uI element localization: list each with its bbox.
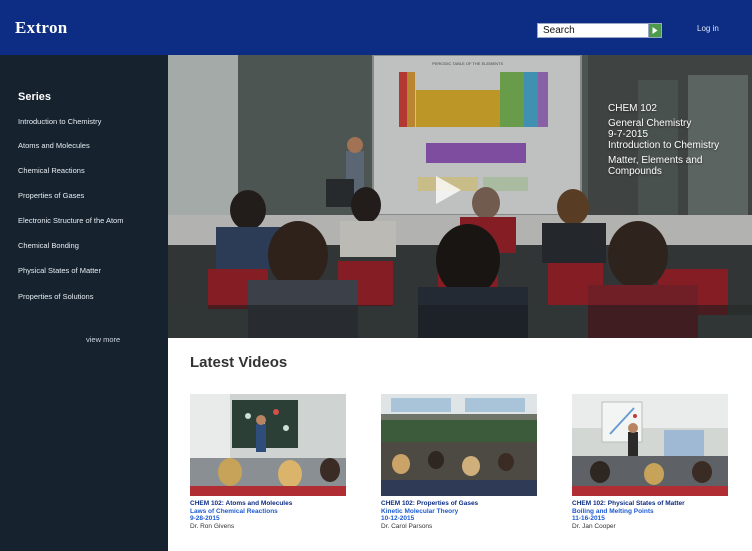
sidebar-item-chemical-reactions[interactable]: Chemical Reactions (18, 166, 85, 175)
video-instructor: Dr. Carol Parsons (381, 522, 433, 530)
hero-title: Matter, Elements and Compounds (608, 155, 703, 177)
video-course: CHEM 102: Properties of Gases (381, 500, 479, 507)
top-header: Extron Log in (0, 0, 752, 55)
video-thumbnail[interactable] (572, 394, 728, 496)
video-date: 11-16-2015 (572, 515, 605, 522)
search-input[interactable] (538, 24, 648, 37)
search-go-icon[interactable] (648, 24, 661, 37)
search-box (537, 23, 662, 38)
video-title[interactable]: Kinetic Molecular Theory (381, 508, 551, 516)
series-sidebar: Series Introduction to Chemistry Atoms a… (0, 55, 168, 551)
login-link[interactable]: Log in (697, 24, 719, 33)
video-card[interactable]: CHEM 102: Properties of Gases Kinetic Mo… (381, 394, 551, 530)
video-instructor: Dr. Jan Cooper (572, 522, 616, 530)
view-more-link[interactable]: view more (86, 335, 120, 344)
hero-date: 9-7-2015 (608, 129, 649, 140)
video-thumbnail[interactable] (190, 394, 346, 496)
video-course: CHEM 102: Physical States of Matter (572, 500, 685, 507)
video-title[interactable]: Laws of Chemical Reactions (190, 508, 360, 516)
hero-subject: General Chemistry (608, 118, 692, 129)
play-icon[interactable] (430, 173, 464, 207)
sidebar-item-physical-states-of-matter[interactable]: Physical States of Matter (18, 266, 101, 275)
sidebar-item-atoms-and-molecules[interactable]: Atoms and Molecules (18, 141, 90, 150)
sidebar-item-properties-of-solutions[interactable]: Properties of Solutions (18, 292, 93, 301)
video-date: 9-28-2015 (190, 515, 220, 522)
video-instructor: Dr. Ron Givens (190, 522, 235, 530)
sidebar-item-chemical-bonding[interactable]: Chemical Bonding (18, 241, 79, 250)
hero-video[interactable]: PERIODIC TABLE OF THE ELEMENTS CHEM 102 … (168, 55, 752, 338)
latest-videos-heading: Latest Videos (190, 354, 288, 371)
video-card[interactable]: CHEM 102: Atoms and Molecules Laws of Ch… (190, 394, 360, 530)
video-thumbnail[interactable] (381, 394, 537, 496)
sidebar-item-properties-of-gases[interactable]: Properties of Gases (18, 191, 84, 200)
hero-caption: CHEM 102 General Chemistry 9-7-2015 Intr… (608, 103, 748, 177)
video-date: 10-12-2015 (381, 515, 415, 522)
extron-logo[interactable]: Extron (15, 18, 68, 38)
video-card[interactable]: CHEM 102: Physical States of Matter Boil… (572, 394, 742, 530)
sidebar-title: Series (18, 91, 52, 103)
sidebar-item-electronic-structure[interactable]: Electronic Structure of the Atom (18, 216, 123, 225)
sidebar-item-introduction-to-chemistry[interactable]: Introduction to Chemistry (18, 117, 101, 126)
video-title[interactable]: Boiling and Melting Points (572, 508, 742, 516)
video-course: CHEM 102: Atoms and Molecules (190, 500, 293, 507)
hero-course: CHEM 102 (608, 103, 657, 114)
hero-series: Introduction to Chemistry (608, 140, 720, 151)
